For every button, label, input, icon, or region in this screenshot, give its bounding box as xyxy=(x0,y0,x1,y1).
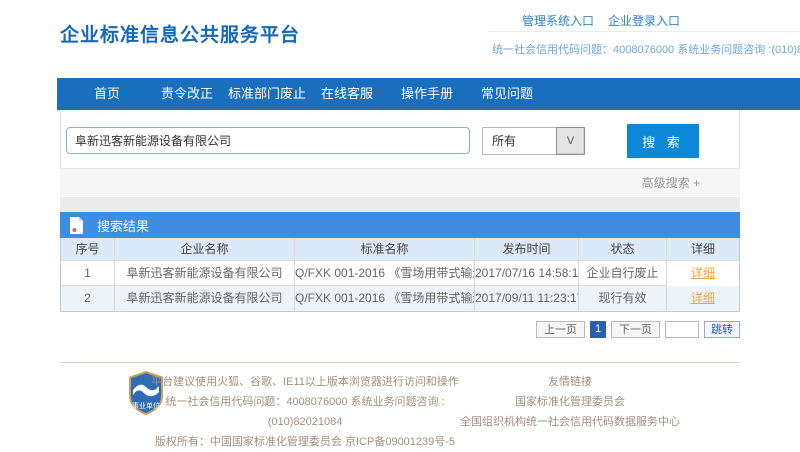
detail-link[interactable]: 详细 xyxy=(691,266,715,280)
main-nav: 首页 责令改正 标准部门废止 在线客服 操作手册 常见问题 xyxy=(57,78,800,110)
chevron-down-icon[interactable]: V xyxy=(556,127,585,155)
col-standard: 标准名称 xyxy=(295,238,475,261)
cell-status: 现行有效 xyxy=(579,286,667,311)
nav-item-rectify[interactable]: 责令改正 xyxy=(147,78,227,110)
prev-page-button[interactable]: 上一页 xyxy=(536,321,585,338)
pagination: 上一页 1 下一页 跳转 xyxy=(536,321,740,338)
footer-line-browser: 平台建议使用火狐、谷歌、IE11以上版本浏览器进行访问和操作 xyxy=(140,372,470,392)
advanced-search-link[interactable]: 高级搜索 + xyxy=(642,174,700,191)
next-page-button[interactable]: 下一页 xyxy=(611,321,660,338)
cell-standard: Q/FXK 001-2016 《雪场用带式输送机》 xyxy=(295,286,475,311)
table-header-row: 序号 企业名称 标准名称 发布时间 状态 详细 xyxy=(61,238,739,261)
sac-link[interactable]: 国家标准化管理委员会 xyxy=(460,392,680,412)
cell-detail: 详细 xyxy=(667,261,739,286)
cell-company-link[interactable]: 阜新迅客新能源设备有限公司 xyxy=(115,261,295,286)
cell-published: 2017/09/11 11:23:17 xyxy=(475,286,579,311)
cell-published: 2017/07/16 14:58:11 xyxy=(475,261,579,286)
results-table: 序号 企业名称 标准名称 发布时间 状态 详细 1 阜新迅客新能源设备有限公司 … xyxy=(60,238,740,312)
cell-status: 企业自行废止 xyxy=(579,261,667,286)
filter-selected-value: 所有 xyxy=(482,127,556,155)
nav-item-manual[interactable]: 操作手册 xyxy=(387,78,467,110)
col-detail: 详细 xyxy=(667,238,739,261)
enterprise-login-link[interactable]: 企业登录入口 xyxy=(608,12,680,29)
col-index: 序号 xyxy=(61,238,115,261)
table-row: 1 阜新迅客新能源设备有限公司 Q/FXK 001-2016 《雪场用带式输送机… xyxy=(61,261,739,286)
search-filter-select[interactable]: 所有 V xyxy=(482,127,585,155)
nav-item-service[interactable]: 在线客服 xyxy=(307,78,387,110)
nav-item-faq[interactable]: 常见问题 xyxy=(467,78,547,110)
nav-item-home[interactable]: 首页 xyxy=(67,78,147,110)
col-status: 状态 xyxy=(579,238,667,261)
footer-line-hotline: 统一社会信用代码问题：4008076000 系统业务问题咨询 :(010)820… xyxy=(140,392,470,432)
jump-button[interactable]: 跳转 xyxy=(704,321,740,338)
admin-entry-link[interactable]: 管理系统入口 xyxy=(522,12,594,29)
page-jump-input[interactable] xyxy=(665,321,699,338)
cell-standard: Q/FXK 001-2016 《雪场用带式输送机》 xyxy=(295,261,475,286)
page-title: 企业标准信息公共服务平台 xyxy=(60,20,300,47)
document-icon xyxy=(69,216,84,235)
results-header-bar: 搜索结果 xyxy=(60,212,740,238)
col-company: 企业名称 xyxy=(115,238,295,261)
hotline-text: 统一社会信用代码问题：4008076000 系统业务问题咨询 :(010)820… xyxy=(492,41,792,57)
cell-index: 2 xyxy=(61,286,115,311)
code-center-link[interactable]: 全国组织机构统一社会信用代码数据服务中心 xyxy=(460,412,680,432)
friendly-links[interactable]: 友情链接 xyxy=(460,372,680,392)
advanced-search-strip xyxy=(60,168,740,196)
footer-links: 友情链接 国家标准化管理委员会 全国组织机构统一社会信用代码数据服务中心 xyxy=(460,372,680,432)
search-button[interactable]: 搜 索 xyxy=(627,124,699,158)
footer-divider xyxy=(60,362,740,363)
cell-detail: 详细 xyxy=(667,286,739,311)
nav-item-abolish[interactable]: 标准部门废止 xyxy=(227,78,307,110)
col-published: 发布时间 xyxy=(475,238,579,261)
cell-company-link[interactable]: 阜新迅客新能源设备有限公司 xyxy=(115,286,295,311)
cell-index: 1 xyxy=(61,261,115,286)
detail-link[interactable]: 详细 xyxy=(691,291,715,305)
footer-info: 平台建议使用火狐、谷歌、IE11以上版本浏览器进行访问和操作 统一社会信用代码问… xyxy=(140,372,470,452)
header-links: 管理系统入口 企业登录入口 xyxy=(522,12,680,29)
table-row: 2 阜新迅客新能源设备有限公司 Q/FXK 001-2016 《雪场用带式输送机… xyxy=(61,286,739,311)
current-page-button[interactable]: 1 xyxy=(590,321,606,338)
results-title: 搜索结果 xyxy=(97,216,149,235)
section-gap xyxy=(60,197,740,212)
footer-line-copyright: 版权所有：中国国家标准化管理委员会 京ICP备09001239号-5 xyxy=(140,432,470,452)
header-divider xyxy=(488,31,800,32)
search-input[interactable] xyxy=(66,127,470,154)
